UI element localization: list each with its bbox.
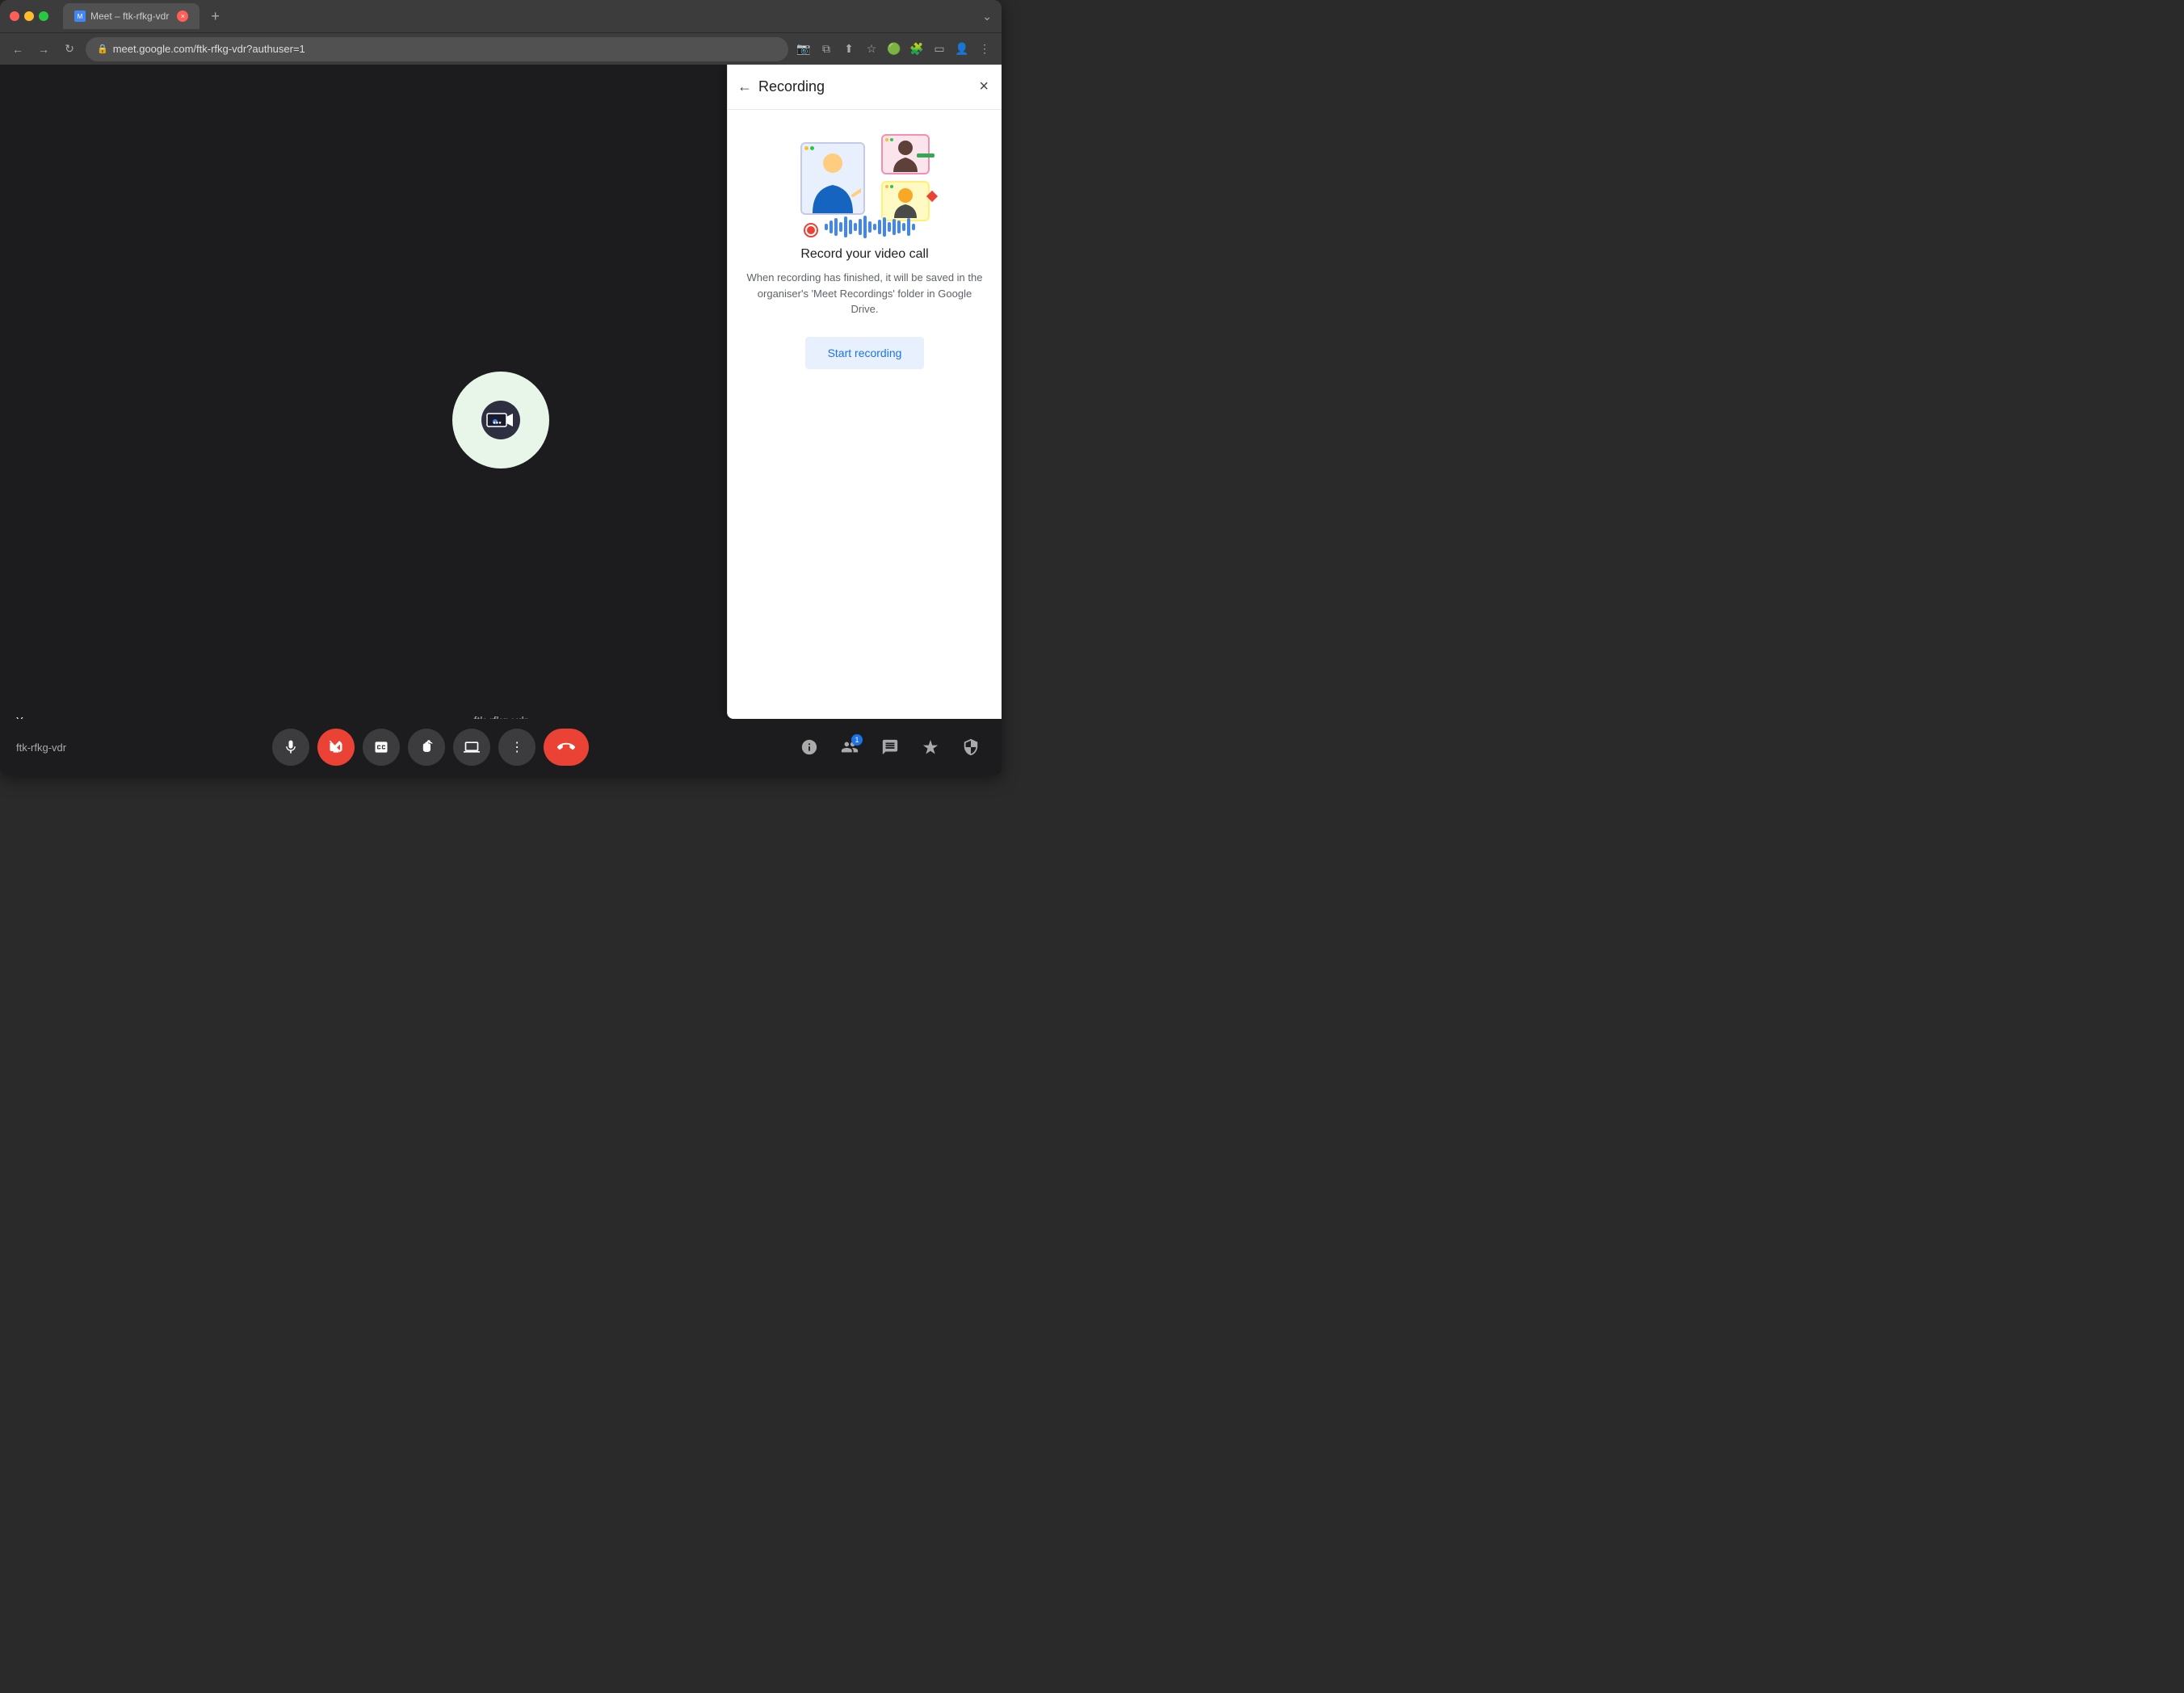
url-text: meet.google.com/ftk-rfkg-vdr?authuser=1 bbox=[113, 43, 305, 55]
sidebar-btn[interactable]: ▭ bbox=[930, 40, 948, 58]
refresh-button[interactable]: ↻ bbox=[60, 40, 79, 59]
camera-browser-btn[interactable]: 📷 bbox=[795, 40, 813, 58]
present-icon bbox=[464, 739, 480, 755]
more-dots-icon: ⋮ bbox=[510, 739, 523, 755]
controls-right: 1 bbox=[795, 733, 985, 762]
mic-icon bbox=[283, 739, 299, 755]
back-button[interactable]: ← bbox=[8, 40, 27, 59]
collapse-button[interactable]: ⌄ bbox=[982, 10, 992, 23]
share-btn[interactable]: ⬆ bbox=[840, 40, 858, 58]
extension-green-btn[interactable]: 🟢 bbox=[885, 40, 903, 58]
participants-button[interactable]: 1 bbox=[835, 733, 864, 762]
recording-description: When recording has finished, it will be … bbox=[744, 270, 985, 317]
captions-button[interactable] bbox=[363, 729, 400, 766]
illus-green-bar bbox=[917, 153, 934, 158]
present-button[interactable] bbox=[453, 729, 490, 766]
start-recording-button[interactable]: Start recording bbox=[805, 337, 925, 369]
participants-badge: 1 bbox=[851, 734, 863, 746]
tab-close-button[interactable]: × bbox=[177, 11, 188, 22]
panel-close-button[interactable]: × bbox=[979, 78, 989, 96]
panel-title: Recording bbox=[758, 78, 972, 95]
tab-bar: M Meet – ftk-rfkg-vdr × + bbox=[63, 3, 976, 29]
back-arrow-icon: ← bbox=[737, 78, 752, 95]
mic-button[interactable] bbox=[272, 729, 309, 766]
address-bar: ← → ↻ 🔒 meet.google.com/ftk-rfkg-vdr?aut… bbox=[0, 32, 1002, 65]
menu-btn[interactable]: ⋮ bbox=[976, 40, 993, 58]
end-call-icon bbox=[557, 738, 575, 756]
illus-waveform bbox=[808, 215, 922, 239]
meeting-id-display: ftk-rfkg-vdr bbox=[16, 741, 66, 754]
controls-bar: ftk-rfkg-vdr bbox=[0, 719, 1002, 775]
close-icon: × bbox=[979, 78, 989, 96]
url-bar[interactable]: 🔒 meet.google.com/ftk-rfkg-vdr?authuser=… bbox=[86, 37, 788, 61]
traffic-lights bbox=[10, 11, 48, 21]
close-window-button[interactable] bbox=[10, 11, 19, 21]
controls-center: ⋮ bbox=[272, 729, 589, 766]
camera-icon: ●●● bbox=[477, 396, 525, 444]
forward-button[interactable]: → bbox=[34, 40, 53, 59]
camera-off-button[interactable] bbox=[317, 729, 355, 766]
info-icon bbox=[800, 738, 818, 756]
participant-avatar: ●●● bbox=[452, 372, 549, 468]
lock-icon: 🔒 bbox=[97, 44, 108, 54]
more-options-ctrl-button[interactable]: ⋮ bbox=[498, 729, 536, 766]
extensions-btn[interactable]: 🧩 bbox=[908, 40, 926, 58]
panel-header: ← Recording × bbox=[728, 65, 1002, 110]
activities-button[interactable] bbox=[916, 733, 945, 762]
chat-button[interactable] bbox=[876, 733, 905, 762]
end-call-button[interactable] bbox=[544, 729, 589, 766]
active-tab[interactable]: M Meet – ftk-rfkg-vdr × bbox=[63, 3, 200, 29]
tab-title: Meet – ftk-rfkg-vdr bbox=[90, 11, 169, 22]
new-tab-button[interactable]: + bbox=[204, 5, 226, 28]
camera-off-icon bbox=[328, 739, 344, 755]
content-area: ●●● ⋯ You ftk-rfkg-vdr ← Recording bbox=[0, 65, 1002, 775]
activities-icon bbox=[922, 738, 939, 756]
hand-icon bbox=[418, 739, 435, 755]
recording-panel: ← Recording × bbox=[727, 65, 1002, 719]
controls-left: ftk-rfkg-vdr bbox=[16, 741, 66, 754]
tab-favicon: M bbox=[74, 11, 86, 22]
chat-icon bbox=[881, 738, 899, 756]
panel-body: Record your video call When recording ha… bbox=[728, 110, 1002, 719]
recording-heading: Record your video call bbox=[800, 247, 928, 262]
pip-btn[interactable]: ⧉ bbox=[817, 40, 835, 58]
title-bar: M Meet – ftk-rfkg-vdr × + ⌄ bbox=[0, 0, 1002, 32]
video-area: ●●● ⋯ You ftk-rfkg-vdr ← Recording bbox=[0, 65, 1002, 775]
recording-illustration bbox=[784, 126, 946, 247]
safety-button[interactable] bbox=[956, 733, 985, 762]
captions-icon bbox=[373, 739, 389, 755]
profile-btn[interactable]: 👤 bbox=[953, 40, 971, 58]
info-button[interactable] bbox=[795, 733, 824, 762]
browser-actions: 📷 ⧉ ⬆ ☆ 🟢 🧩 ▭ 👤 ⋮ bbox=[795, 40, 993, 58]
bookmark-btn[interactable]: ☆ bbox=[863, 40, 880, 58]
safety-icon bbox=[962, 738, 980, 756]
svg-text:●●●: ●●● bbox=[493, 421, 502, 426]
browser-frame: M Meet – ftk-rfkg-vdr × + ⌄ ← → ↻ 🔒 meet… bbox=[0, 0, 1002, 775]
minimize-window-button[interactable] bbox=[24, 11, 34, 21]
maximize-window-button[interactable] bbox=[39, 11, 48, 21]
panel-back-button[interactable]: ← bbox=[737, 78, 752, 95]
illus-main-person bbox=[800, 142, 865, 215]
raise-hand-button[interactable] bbox=[408, 729, 445, 766]
